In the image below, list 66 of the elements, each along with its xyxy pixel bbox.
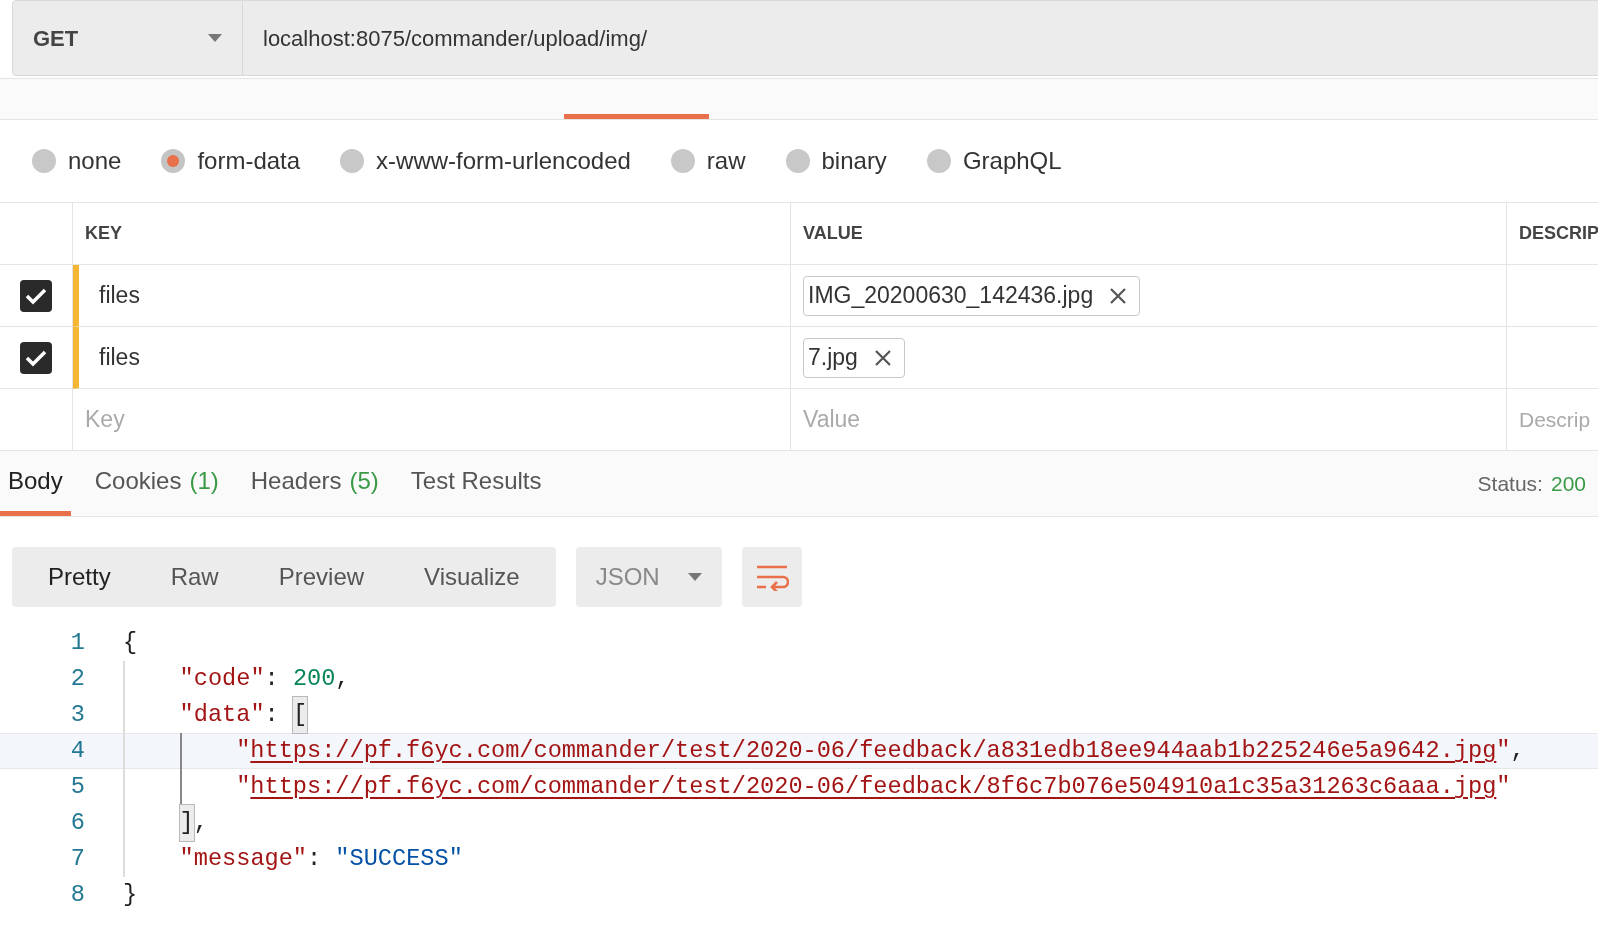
matched-bracket: ] [179,805,194,841]
line-number: 1 [69,628,85,659]
row-checkbox[interactable] [20,279,52,312]
check-icon [25,286,47,305]
quote-mark: " [1496,773,1511,801]
line-number: 6 [69,808,85,839]
table-cell[interactable]: files [73,265,791,327]
view-mode-tab[interactable]: Pretty [20,547,139,607]
wrap-lines-icon [754,563,789,591]
body-type-radio[interactable]: none [32,143,122,179]
body-type-radio[interactable]: binary [785,143,887,179]
close-icon[interactable] [873,348,892,367]
line-number: 3 [69,700,85,731]
response-tab[interactable]: Headers (5) [242,451,387,516]
quote-mark: " [236,737,251,765]
line-number: 2 [69,664,85,695]
response-tab[interactable]: Body [0,451,71,516]
json-punctuation: : [264,700,280,731]
response-tab[interactable]: Test Results [402,451,550,516]
quote-mark: " [1496,737,1511,765]
file-chip[interactable]: 7.jpg [803,337,905,378]
json-punctuation: : [264,664,280,695]
column-header: VALUE [791,203,1507,265]
wrap-lines-button[interactable] [741,547,802,607]
json-punctuation: : [307,844,323,875]
column-header: DESCRIP [1507,203,1598,265]
url-link[interactable]: https://pf.f6yc.com/commander/test/2020-06/feedback/a831edb18ee944aab1b225246e5a9642.jpg [250,737,1497,765]
json-punctuation: , [335,664,350,695]
key-field[interactable]: Key [85,402,790,437]
json-punctuation: , [1510,736,1525,767]
status-label: Status: [1477,470,1543,497]
body-type-radio[interactable]: raw [670,143,746,179]
quote-mark: " [236,773,251,801]
body-type-radio[interactable]: x-www-form-urlencoded [340,143,631,179]
caret-icon [687,573,702,581]
view-mode-tab[interactable]: Raw [142,547,247,607]
view-mode-tab[interactable]: Preview [250,547,393,607]
json-key: "code" [179,661,265,697]
json-punctuation: } [123,880,138,911]
view-mode-tab[interactable]: Visualize [396,547,548,607]
line-number: 4 [69,736,85,767]
json-number: 200 [292,664,336,695]
line-number: 7 [69,844,85,875]
caret-icon [208,34,222,42]
value-field[interactable]: Value [803,402,1506,437]
close-icon[interactable] [1109,286,1128,305]
method-dropdown[interactable]: GET [12,0,243,76]
json-key: "data" [179,697,265,733]
status-code: 200 [1550,470,1586,497]
check-icon [25,348,47,367]
table-cell[interactable]: files [73,327,791,389]
url-link[interactable]: https://pf.f6yc.com/commander/test/2020-06/feedback/8f6c7b076e504910a1c35a31263c6aaa.jpg [250,773,1497,801]
body-type-radio[interactable]: GraphQL [926,143,1062,179]
line-number: 5 [69,772,85,803]
json-key: "message" [179,841,308,877]
row-checkbox[interactable] [20,341,52,374]
body-type-radio[interactable]: form-data [161,143,301,179]
file-chip[interactable]: IMG_20200630_142436.jpg [803,275,1141,316]
column-header: KEY [73,203,791,265]
url-field[interactable]: localhost:8075/commander/upload/img/ [243,0,1598,76]
matched-bracket: [ [292,697,308,733]
response-tab[interactable]: Cookies (1) [86,451,227,516]
json-string: "SUCCESS" [335,844,463,875]
json-punctuation: , [193,808,208,839]
line-number: 8 [69,880,85,911]
json-punctuation: { [123,628,138,659]
